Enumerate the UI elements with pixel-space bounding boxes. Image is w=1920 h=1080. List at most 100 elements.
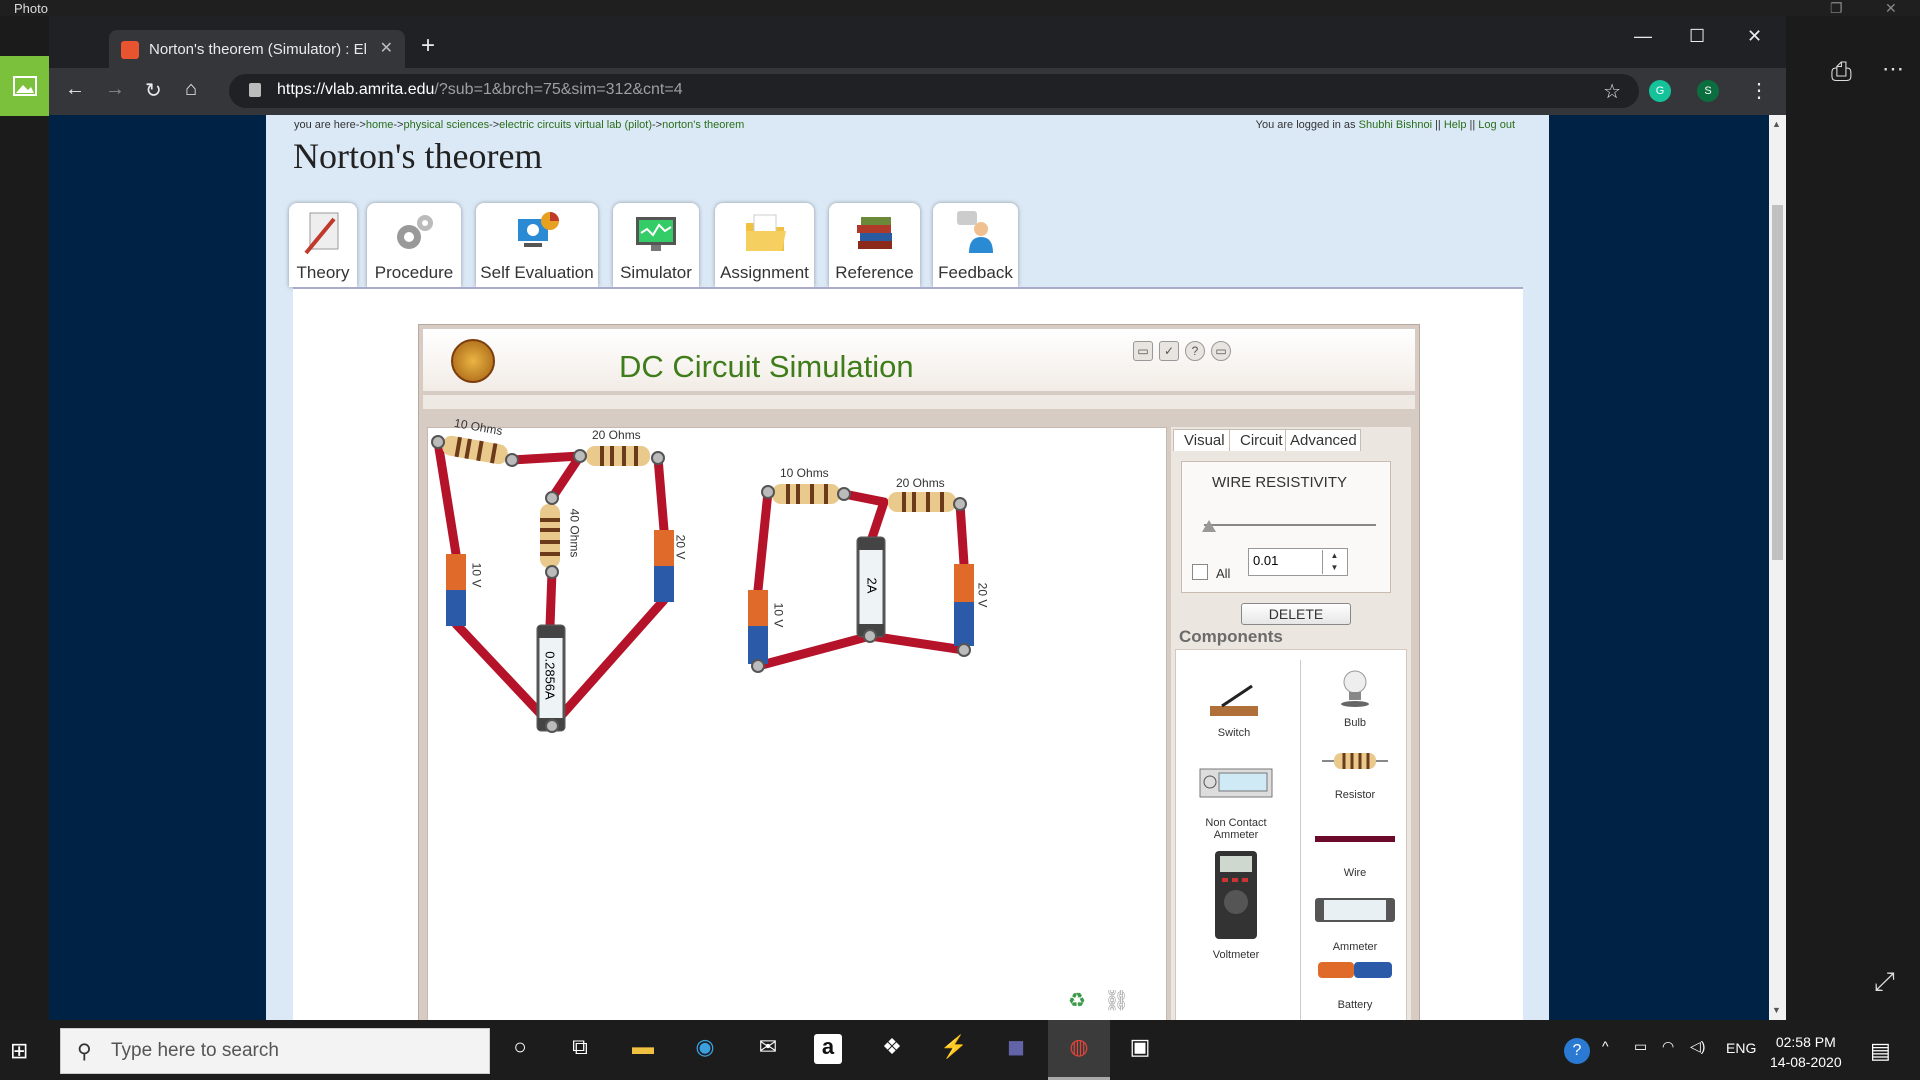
save-icon[interactable]: ▭ bbox=[1133, 341, 1153, 361]
component-ammeter-label: Ammeter bbox=[1332, 941, 1378, 953]
edge-icon[interactable]: ◉ bbox=[689, 1034, 721, 1066]
scroll-up-icon[interactable]: ▲ bbox=[1772, 119, 1781, 129]
logout-link[interactable]: Log out bbox=[1478, 119, 1515, 131]
component-battery[interactable]: Battery bbox=[1310, 960, 1400, 1011]
windows-start-icon[interactable]: ⊞ bbox=[10, 1038, 28, 1064]
back-icon[interactable]: ← bbox=[65, 78, 85, 101]
maximize-icon[interactable]: ☐ bbox=[1689, 26, 1705, 47]
grammarly-icon[interactable]: G bbox=[1649, 80, 1671, 102]
breadcrumb-nortons-theorem[interactable]: norton's theorem bbox=[662, 119, 744, 131]
photos-taskbar-icon[interactable]: ▣ bbox=[1124, 1034, 1156, 1066]
taskbar-clock[interactable]: 02:58 PM 14-08-2020 bbox=[1770, 1032, 1842, 1072]
language-indicator[interactable]: ENG bbox=[1726, 1040, 1756, 1056]
forward-icon[interactable]: → bbox=[105, 78, 125, 101]
circuit-canvas[interactable]: 10 Ohms 20 Ohms 40 Ohms 10 V 20 V 0.2856… bbox=[427, 416, 1167, 1020]
amazon-icon[interactable]: a bbox=[814, 1034, 842, 1064]
breadcrumb-physical-sciences[interactable]: physical sciences bbox=[403, 119, 489, 131]
circuit1-resistor-10[interactable] bbox=[441, 434, 509, 465]
component-voltmeter-label: Voltmeter bbox=[1212, 949, 1260, 961]
volume-icon[interactable]: ◁) bbox=[1690, 1038, 1705, 1055]
component-switch[interactable]: Switch bbox=[1194, 682, 1274, 739]
dropbox-icon[interactable]: ❖ bbox=[876, 1034, 908, 1066]
all-checkbox[interactable] bbox=[1192, 564, 1208, 580]
chrome-menu-icon[interactable]: ⋮ bbox=[1749, 78, 1769, 103]
tab-procedure[interactable]: Procedure bbox=[367, 203, 461, 287]
lightning-app-icon[interactable]: ⚡ bbox=[938, 1034, 970, 1066]
new-tab-icon[interactable]: + bbox=[421, 32, 435, 60]
tab-reference[interactable]: Reference bbox=[829, 203, 920, 287]
component-wire-label: Wire bbox=[1343, 867, 1367, 879]
circuit1-resistor-40[interactable] bbox=[540, 504, 560, 568]
bookmark-star-icon[interactable]: ☆ bbox=[1603, 79, 1621, 104]
home-icon[interactable]: ⌂ bbox=[185, 78, 197, 101]
check-icon[interactable]: ✓ bbox=[1159, 341, 1179, 361]
restore-icon[interactable]: ❐ bbox=[1830, 0, 1843, 17]
task-view-icon[interactable]: ⧉ bbox=[564, 1034, 596, 1066]
circuit2-resistor-20[interactable] bbox=[888, 492, 956, 512]
profile-avatar[interactable]: S bbox=[1697, 80, 1719, 102]
tab-feedback[interactable]: Feedback bbox=[933, 203, 1018, 287]
circuit1-battery-20v[interactable] bbox=[654, 530, 674, 602]
component-wire[interactable]: Wire bbox=[1310, 834, 1400, 879]
help-icon[interactable]: ? bbox=[1185, 341, 1205, 361]
tab-assignment[interactable]: Assignment bbox=[715, 203, 814, 287]
tab-circuit[interactable]: Circuit bbox=[1229, 429, 1294, 451]
component-bulb[interactable]: Bulb bbox=[1310, 668, 1400, 729]
close-icon[interactable]: ✕ bbox=[1885, 0, 1897, 17]
circuit2-resistor-10[interactable] bbox=[772, 484, 840, 504]
notifications-icon[interactable]: ▤ bbox=[1870, 1038, 1891, 1064]
chevron-up-icon[interactable]: ^ bbox=[1602, 1038, 1609, 1054]
tab-assignment-label: Assignment bbox=[720, 263, 809, 282]
breadcrumb-electric-circuits[interactable]: electric circuits virtual lab (pilot) bbox=[499, 119, 652, 131]
help-link[interactable]: Help bbox=[1444, 119, 1467, 131]
fullscreen-icon[interactable]: ▭ bbox=[1211, 341, 1231, 361]
browser-tab[interactable]: Norton's theorem (Simulator) : El ✕ bbox=[109, 30, 405, 68]
component-resistor[interactable]: Resistor bbox=[1310, 750, 1400, 801]
circuit1-resistor-20[interactable] bbox=[586, 446, 650, 466]
print-icon[interactable]: ⎙ bbox=[1831, 56, 1852, 88]
window-close-icon[interactable]: ✕ bbox=[1747, 26, 1762, 47]
circuit2-battery-20v[interactable] bbox=[954, 564, 974, 646]
taskbar-search[interactable]: ⚲ Type here to search bbox=[60, 1028, 490, 1074]
scrollbar-thumb[interactable] bbox=[1772, 205, 1783, 560]
component-ammeter[interactable]: Ammeter bbox=[1310, 898, 1400, 953]
address-bar[interactable]: https://vlab.amrita.edu/?sub=1&brch=75&s… bbox=[229, 74, 1639, 108]
tab-self-evaluation[interactable]: Self Evaluation bbox=[476, 203, 598, 287]
user-link[interactable]: Shubhi Bishnoi bbox=[1359, 119, 1432, 131]
resistivity-stepper[interactable]: ▲ ▼ bbox=[1322, 550, 1346, 574]
login-info: You are logged in as Shubhi Bishnoi || H… bbox=[1255, 119, 1515, 131]
component-non-contact-ammeter[interactable]: Non Contact Ammeter bbox=[1186, 768, 1286, 841]
wifi-icon[interactable]: ◠ bbox=[1662, 1038, 1674, 1055]
resistivity-slider-track[interactable] bbox=[1204, 524, 1376, 526]
cortana-icon[interactable]: ○ bbox=[504, 1034, 536, 1066]
ammeter-icon bbox=[1315, 898, 1395, 922]
tab-close-icon[interactable]: ✕ bbox=[380, 38, 393, 58]
delete-button[interactable]: DELETE bbox=[1241, 603, 1351, 625]
battery-tray-icon[interactable]: ▭ bbox=[1634, 1038, 1647, 1055]
page-scrollbar[interactable]: ▲ ▼ bbox=[1769, 115, 1786, 1020]
file-explorer-icon[interactable]: ▬ bbox=[627, 1034, 659, 1066]
tab-simulator[interactable]: Simulator bbox=[613, 203, 699, 287]
tab-advanced[interactable]: Advanced bbox=[1285, 429, 1361, 451]
teams-icon[interactable]: ◼ bbox=[1000, 1034, 1032, 1066]
link-icon[interactable]: ⛓ bbox=[1104, 988, 1129, 1013]
expand-icon[interactable]: ⤢ bbox=[1874, 966, 1895, 998]
component-voltmeter[interactable]: Voltmeter bbox=[1194, 850, 1278, 961]
photos-left-rail bbox=[0, 16, 49, 1020]
tab-theory[interactable]: Theory bbox=[289, 203, 357, 287]
chrome-taskbar-button[interactable]: ◍ bbox=[1048, 1020, 1110, 1080]
resistivity-slider-knob[interactable] bbox=[1202, 520, 1216, 532]
circuit1-battery-10v[interactable] bbox=[446, 554, 466, 626]
breadcrumb-home[interactable]: home bbox=[366, 119, 394, 131]
more-icon[interactable]: ⋯ bbox=[1882, 56, 1904, 82]
recycle-bin-icon[interactable]: ♻ bbox=[1068, 988, 1086, 1013]
help-tray-icon[interactable]: ? bbox=[1564, 1038, 1590, 1064]
scroll-down-icon[interactable]: ▼ bbox=[1772, 1005, 1781, 1015]
tab-reference-label: Reference bbox=[835, 263, 914, 282]
tab-visual[interactable]: Visual bbox=[1173, 429, 1236, 451]
reload-icon[interactable]: ↻ bbox=[145, 78, 162, 103]
minimize-icon[interactable]: — bbox=[1634, 26, 1652, 47]
circuit-drawing bbox=[431, 434, 974, 733]
circuit2-battery-10v[interactable] bbox=[748, 590, 768, 664]
mail-icon[interactable]: ✉ bbox=[752, 1034, 784, 1066]
